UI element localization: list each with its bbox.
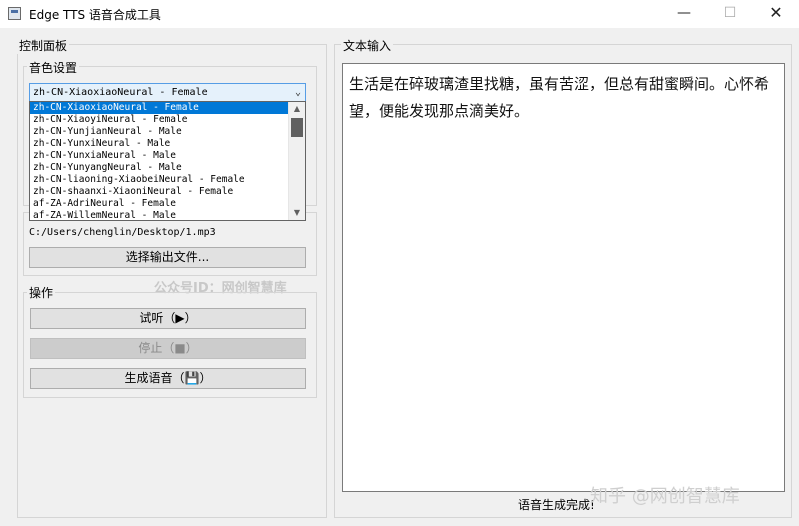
scroll-down-icon[interactable]: ▼: [289, 206, 305, 220]
scroll-thumb[interactable]: [291, 118, 303, 137]
text-input-area[interactable]: 生活是在碎玻璃渣里找糖，虽有苦涩，但总有甜蜜瞬间。心怀希望，便能发现那点滴美好。: [342, 63, 785, 492]
voice-option[interactable]: zh-CN-YunxiNeural - Male: [30, 138, 288, 150]
voice-settings-title: 音色设置: [27, 59, 80, 76]
actions-title: 操作: [27, 284, 56, 301]
select-output-button[interactable]: 选择输出文件...: [29, 247, 306, 268]
status-text: 语音生成完成!: [518, 498, 595, 512]
title-bar: Edge TTS 语音合成工具 — ☐ ✕: [0, 0, 799, 28]
generate-button[interactable]: 生成语音（💾）: [30, 368, 306, 389]
voice-dropdown-list: zh-CN-XiaoxiaoNeural - Female zh-CN-Xiao…: [29, 101, 306, 221]
voice-option[interactable]: af-ZA-AdriNeural - Female: [30, 198, 288, 210]
minimize-icon[interactable]: —: [661, 0, 707, 28]
voice-option[interactable]: zh-CN-XiaoyiNeural - Female: [30, 114, 288, 126]
chevron-down-icon[interactable]: ⌄: [295, 84, 301, 102]
voice-option[interactable]: zh-CN-YunxiaNeural - Male: [30, 150, 288, 162]
voice-option[interactable]: zh-CN-shaanxi-XiaoniNeural - Female: [30, 186, 288, 198]
control-panel-title: 控制面板: [17, 37, 70, 54]
listen-button[interactable]: 试听（▶）: [30, 308, 306, 329]
voice-option[interactable]: zh-CN-liaoning-XiaobeiNeural - Female: [30, 174, 288, 186]
dropdown-scrollbar[interactable]: ▲ ▼: [288, 102, 305, 220]
scroll-up-icon[interactable]: ▲: [289, 102, 305, 116]
output-path: C:/Users/chenglin/Desktop/1.mp3: [29, 227, 216, 238]
voice-option[interactable]: zh-CN-XiaoxiaoNeural - Female: [30, 102, 288, 114]
stop-button[interactable]: 停止（■）: [30, 338, 306, 359]
voice-option[interactable]: af-ZA-WillemNeural - Male: [30, 210, 288, 220]
maximize-icon[interactable]: ☐: [707, 0, 753, 28]
app-icon: [8, 7, 21, 20]
window-title: Edge TTS 语音合成工具: [29, 8, 161, 22]
text-input-title: 文本输入: [341, 37, 394, 54]
voice-option[interactable]: zh-CN-YunyangNeural - Male: [30, 162, 288, 174]
watermark-corner: 知乎 @网创智慧库: [590, 486, 740, 507]
voice-option[interactable]: zh-CN-YunjianNeural - Male: [30, 126, 288, 138]
close-icon[interactable]: ✕: [753, 0, 799, 28]
voice-select[interactable]: zh-CN-XiaoxiaoNeural - Female ⌄: [29, 83, 306, 103]
voice-select-value: zh-CN-XiaoxiaoNeural - Female: [33, 87, 208, 98]
